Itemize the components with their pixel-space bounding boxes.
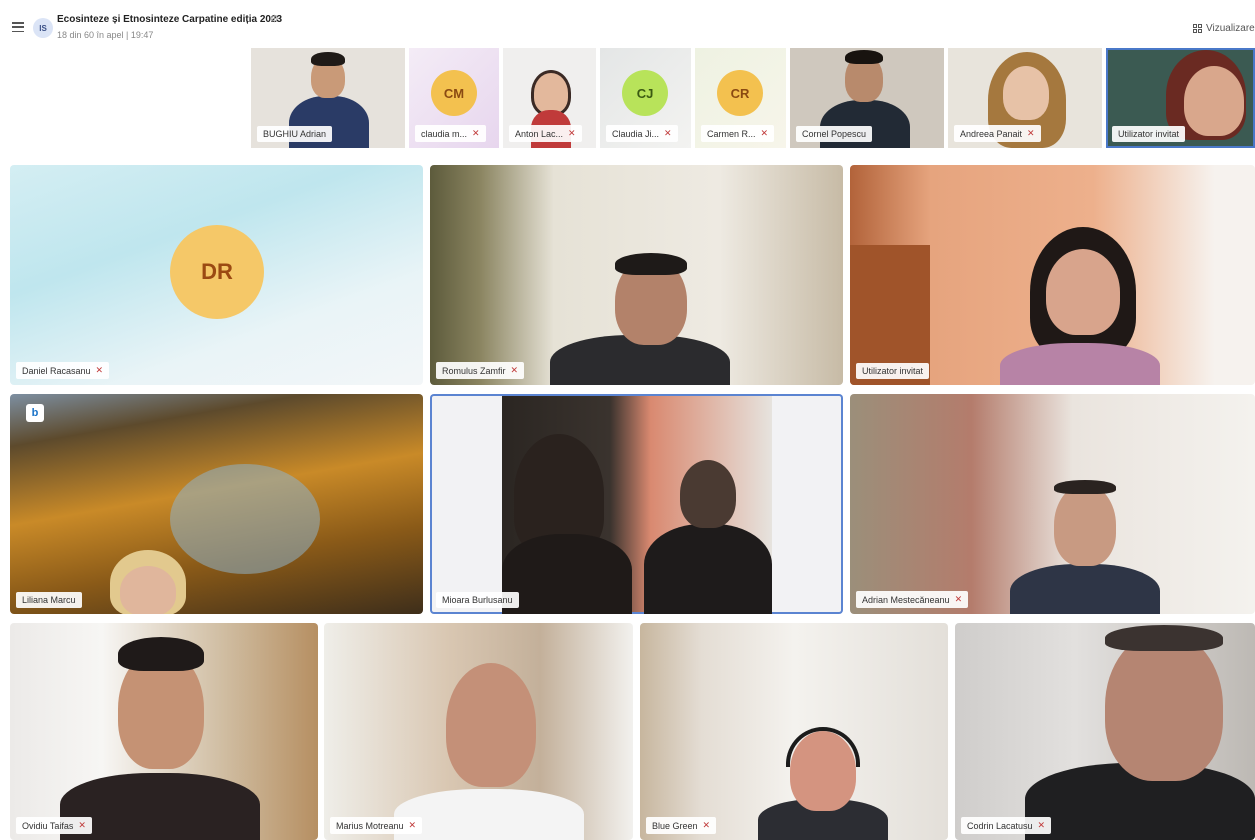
participant-name-tag: Cornel Popescu (796, 126, 873, 142)
participant-tile[interactable]: Codrin Lacatusu ✕ (955, 623, 1255, 840)
participant-tile[interactable]: Romulus Zamfir ✕ (430, 165, 843, 385)
gear-icon[interactable]: ⚙ (270, 14, 279, 25)
thumbnail-video[interactable]: Andreea Panait ✕ (948, 48, 1102, 148)
participant-name-tag: BUGHIU Adrian (257, 126, 333, 142)
participant-initials-avatar: CM (431, 70, 477, 116)
participant-tile[interactable]: DR Daniel Racasanu ✕ (10, 165, 423, 385)
participant-name-tag: Blue Green ✕ (646, 817, 717, 834)
meeting-title: Ecosinteze și Etnosinteze Carpatine ediț… (57, 14, 283, 25)
mic-off-icon: ✕ (568, 128, 576, 138)
participant-name-tag: Adrian Mestecăneanu ✕ (856, 591, 969, 608)
participant-name-tag: Romulus Zamfir ✕ (436, 362, 525, 379)
participant-name-tag: Marius Motreanu ✕ (330, 817, 423, 834)
thumbnail-video[interactable]: Cornel Popescu (790, 48, 944, 148)
thumbnail-initials[interactable]: CM claudia m... ✕ (409, 48, 499, 148)
meeting-subtitle: 18 din 60 în apel | 19:47 (57, 30, 154, 40)
participant-name-tag: Anton Lac... ✕ (509, 125, 582, 142)
mic-off-icon: ✕ (1037, 820, 1046, 830)
mic-off-icon: ✕ (1027, 128, 1035, 138)
participant-tile[interactable]: b Liliana Marcu (10, 394, 423, 614)
mic-off-icon: ✕ (78, 820, 86, 830)
participant-name-tag: Utilizator invitat (1112, 126, 1186, 142)
participant-name-tag: Liliana Marcu (16, 592, 82, 608)
thumbnail-video[interactable]: Utilizator invitat (1106, 48, 1255, 148)
menu-icon[interactable] (12, 22, 24, 32)
view-button-label: Vizualizare (1206, 22, 1255, 34)
meeting-avatar: IS (33, 18, 53, 38)
participant-name-tag: Ovidiu Taifas ✕ (16, 817, 92, 834)
mic-off-icon: ✕ (472, 128, 480, 138)
participant-tile[interactable]: Blue Green ✕ (640, 623, 948, 840)
participant-name-tag: Claudia Ji... ✕ (606, 125, 678, 142)
participant-initials-avatar: CJ (622, 70, 668, 116)
participant-name-tag: Mioara Burlusanu (436, 592, 519, 608)
mic-off-icon: ✕ (702, 820, 711, 830)
thumbnail-video[interactable]: BUGHIU Adrian (251, 48, 405, 148)
mic-off-icon: ✕ (664, 128, 672, 138)
view-button[interactable]: Vizualizare (1193, 20, 1255, 36)
bing-icon: b (26, 404, 44, 422)
mic-off-icon: ✕ (408, 820, 417, 830)
participant-initials-avatar: CR (717, 70, 763, 116)
participant-name-tag: Andreea Panait ✕ (954, 125, 1041, 142)
mic-off-icon: ✕ (954, 594, 963, 604)
participant-name-tag: claudia m... ✕ (415, 125, 486, 142)
participant-name-tag: Daniel Racasanu ✕ (16, 362, 110, 379)
mic-off-icon: ✕ (510, 365, 519, 375)
mic-off-icon: ✕ (95, 365, 104, 375)
participant-name-tag: Utilizator invitat (856, 363, 930, 379)
participant-name-tag: Carmen R... ✕ (701, 125, 775, 142)
participant-tile[interactable]: Ovidiu Taifas ✕ (10, 623, 318, 840)
participant-tile[interactable]: Adrian Mestecăneanu ✕ (850, 394, 1255, 614)
thumbnail-video[interactable]: Anton Lac... ✕ (503, 48, 596, 148)
grid-icon (1193, 23, 1202, 33)
participant-initials-avatar: DR (170, 225, 264, 319)
mic-off-icon: ✕ (760, 128, 769, 138)
participant-name-tag: Codrin Lacatusu ✕ (961, 817, 1052, 834)
meeting-header: IS Ecosinteze și Etnosinteze Carpatine e… (0, 0, 1255, 44)
participant-tile[interactable]: Mioara Burlusanu (430, 394, 843, 614)
thumbnail-initials[interactable]: CJ Claudia Ji... ✕ (600, 48, 691, 148)
participant-tile[interactable]: Marius Motreanu ✕ (324, 623, 633, 840)
participant-tile[interactable]: Utilizator invitat (850, 165, 1255, 385)
thumbnail-initials[interactable]: CR Carmen R... ✕ (695, 48, 786, 148)
